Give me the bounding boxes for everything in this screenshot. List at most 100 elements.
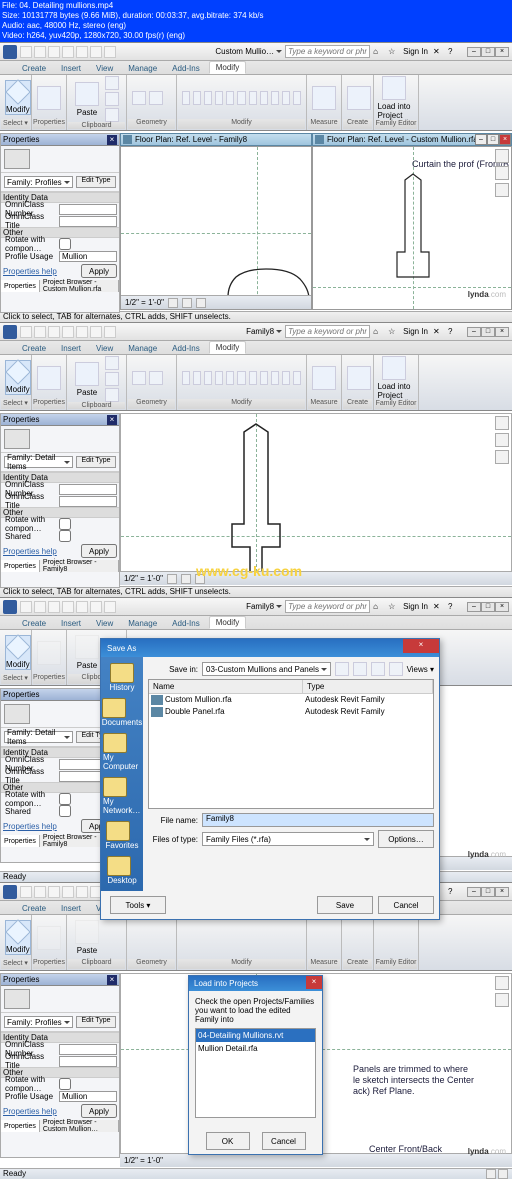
bottom-tab-properties[interactable]: Properties [1,280,40,292]
exchange-icon[interactable]: ✕ [433,602,443,612]
panel-close-icon[interactable]: × [107,415,117,425]
qat-btn[interactable] [76,46,88,58]
minimize-button[interactable]: – [467,602,481,612]
load-into-project-button[interactable]: Load into Project [379,76,409,120]
omniclass-number-field[interactable] [59,484,117,495]
qat-btn[interactable] [76,601,88,613]
tab-create[interactable]: Create [16,903,52,914]
exchange-icon[interactable]: ✕ [433,47,443,57]
view-scale-button[interactable] [167,574,177,584]
align-button[interactable] [182,91,190,105]
trim-button[interactable] [237,91,245,105]
folder-icon[interactable] [103,777,127,797]
geom-cut-button[interactable] [132,371,146,385]
dialog-titlebar[interactable]: Load into Projects× [189,976,322,991]
profile-usage-field[interactable]: Mullion [59,251,117,262]
array-button[interactable] [260,91,268,105]
qat-btn[interactable] [20,46,32,58]
bottom-tab-project-browser[interactable]: Project Browser - Family8 [40,560,119,572]
search-input[interactable] [285,600,370,613]
geom-cut-button[interactable] [132,91,146,105]
array-button[interactable] [260,371,268,385]
app-menu-icon[interactable] [3,45,17,59]
document-dropdown[interactable]: Family8 [246,327,282,336]
view-minimize-button[interactable]: – [475,134,487,145]
filename-field[interactable]: Family8 [202,813,434,827]
cut-button[interactable] [105,356,119,370]
maximize-button[interactable]: □ [481,47,495,57]
back-button[interactable] [335,662,349,676]
detail-level-button[interactable] [182,298,192,308]
mirror-button[interactable] [215,371,223,385]
star-icon[interactable]: ☆ [388,327,398,337]
folder-icon[interactable] [102,698,126,718]
delete-button[interactable] [293,91,301,105]
qat-btn[interactable] [104,601,116,613]
omniclass-title-field[interactable] [59,216,117,227]
paste-button[interactable]: Paste [72,362,102,397]
panel-close-icon[interactable]: × [107,975,117,985]
save-as-titlebar[interactable]: Save As× [101,639,439,657]
view-scale-button[interactable] [168,298,178,308]
close-button[interactable]: × [495,887,509,897]
move-button[interactable] [193,371,201,385]
app-menu-icon[interactable] [3,885,17,899]
document-dropdown[interactable]: Family8 [246,602,282,611]
create-button[interactable] [347,366,371,390]
bottom-tab-properties[interactable]: Properties [1,1120,40,1132]
tab-view[interactable]: View [90,343,119,354]
omniclass-title-field[interactable] [59,496,117,507]
view-tab-right[interactable]: Floor Plan: Ref. Level - Custom Mullion.… [312,133,512,146]
move-button[interactable] [193,91,201,105]
properties-help-link[interactable]: Properties help [3,547,57,556]
measure-button[interactable] [312,366,336,390]
delete-button[interactable] [371,662,385,676]
qat-btn[interactable] [62,601,74,613]
list-item[interactable]: Mullion Detail.rfa [196,1042,315,1055]
qat-btn[interactable] [104,326,116,338]
qat-btn[interactable] [62,326,74,338]
apply-button[interactable]: Apply [81,1104,117,1118]
close-button[interactable]: × [495,602,509,612]
tab-view[interactable]: View [90,63,119,74]
cut-button[interactable] [105,76,119,90]
qat-btn[interactable] [48,601,60,613]
qat-btn[interactable] [90,326,102,338]
minimize-button[interactable]: – [467,327,481,337]
bottom-tab-properties[interactable]: Properties [1,560,40,572]
app-menu-icon[interactable] [3,325,17,339]
qat-btn[interactable] [62,46,74,58]
qat-btn[interactable] [90,601,102,613]
properties-help-link[interactable]: Properties help [3,822,57,831]
rotate-with-checkbox[interactable] [59,793,71,805]
modify-button[interactable]: Modify [5,920,31,955]
tab-manage[interactable]: Manage [122,63,163,74]
offset-button[interactable] [204,91,212,105]
save-button[interactable]: Save [317,896,373,914]
canvas-main[interactable] [120,413,512,573]
qat-btn[interactable] [76,326,88,338]
modify-button[interactable]: Modify [5,360,31,395]
pin-button[interactable] [282,91,290,105]
qat-btn[interactable] [20,886,32,898]
rotate-with-checkbox[interactable] [59,238,71,250]
rotate-with-checkbox[interactable] [59,518,71,530]
shared-checkbox[interactable] [59,805,71,817]
qat-btn[interactable] [20,601,32,613]
navwheel-icon[interactable] [495,416,509,430]
edit-type-button[interactable]: Edit Type [76,456,116,468]
qat-btn[interactable] [34,601,46,613]
tab-insert[interactable]: Insert [55,903,87,914]
geom-join-button[interactable] [149,91,163,105]
load-into-project-button[interactable]: Load into Project [379,356,409,400]
match-button[interactable] [105,108,119,122]
shared-checkbox[interactable] [59,530,71,542]
zoom-icon[interactable] [495,433,509,447]
qat-btn[interactable] [62,886,74,898]
maximize-button[interactable]: □ [481,327,495,337]
split-button[interactable] [249,91,257,105]
qat-btn[interactable] [48,46,60,58]
tools-button[interactable]: Tools ▾ [110,896,166,914]
infocenter-icon[interactable]: ⌂ [373,47,383,57]
folder-icon[interactable] [106,821,130,841]
